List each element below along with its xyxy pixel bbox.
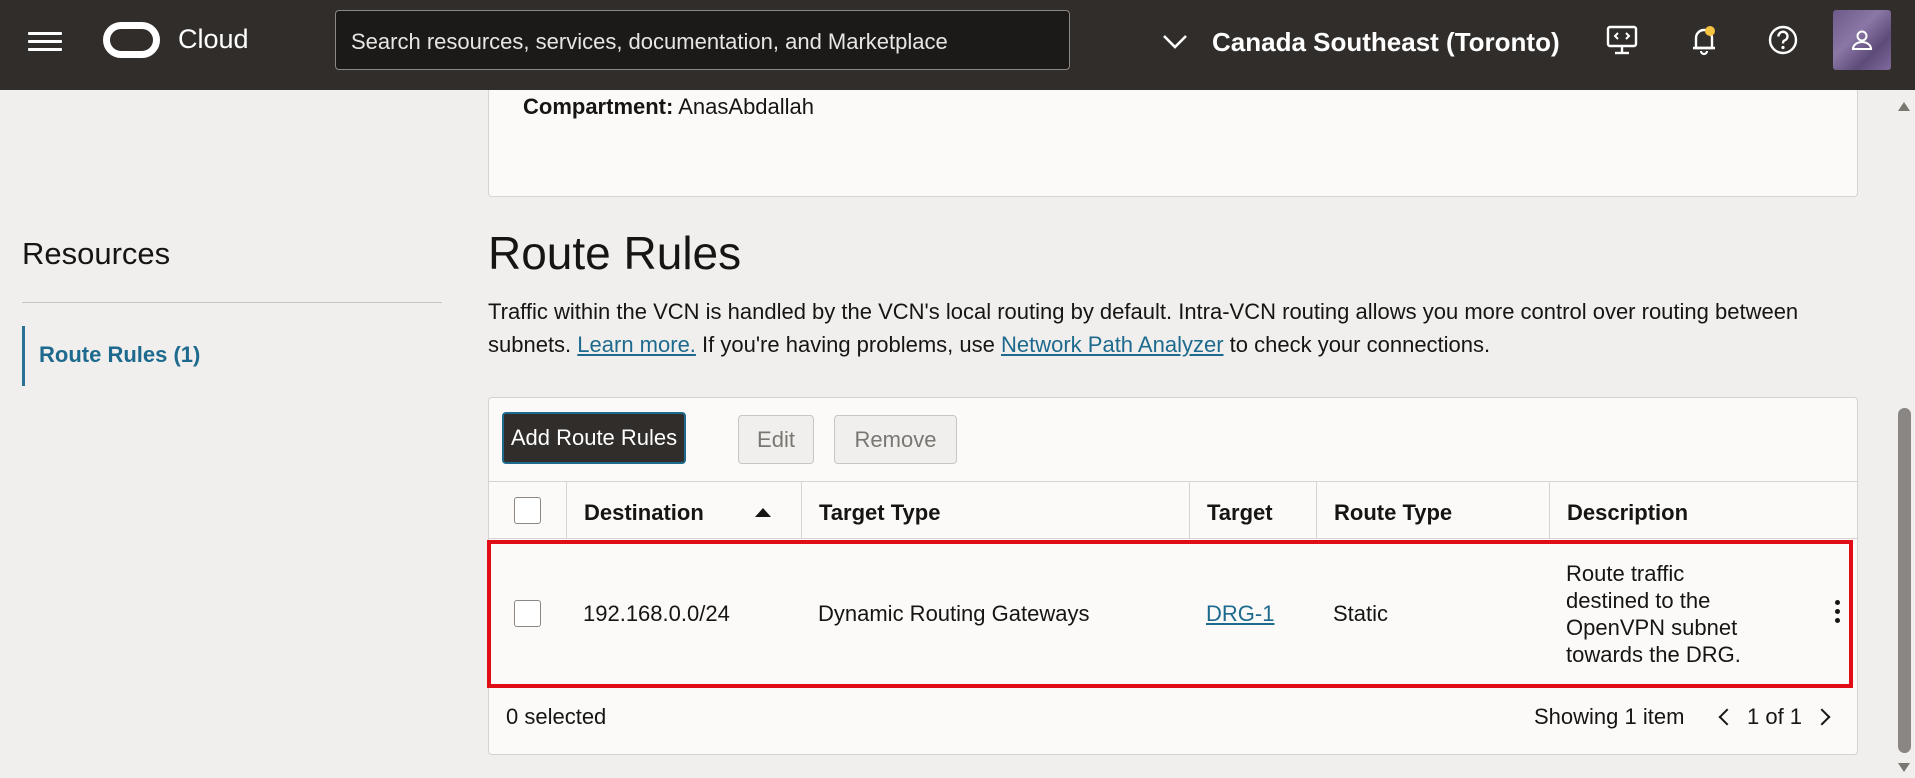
cell-target: DRG-1 <box>1206 601 1274 627</box>
route-rules-table-card: Add Route Rules Edit Remove Destination … <box>487 397 1858 755</box>
selected-count: 0 selected <box>506 704 607 729</box>
resources-divider <box>22 302 442 303</box>
description-text-3: to check your connections. <box>1229 332 1491 357</box>
scroll-up-arrow-icon[interactable] <box>1898 102 1910 111</box>
user-avatar[interactable] <box>1833 10 1891 70</box>
cell-description: Route traffic destined to the OpenVPN su… <box>1566 561 1741 667</box>
column-header-description[interactable]: Description <box>1549 482 1857 538</box>
details-card: Compartment: AnasAbdallah <box>488 90 1858 197</box>
row-select-checkbox[interactable] <box>514 600 541 627</box>
cell-target-type: Dynamic Routing Gateways <box>818 601 1090 626</box>
notification-badge <box>1705 26 1715 36</box>
cell-route-type: Static <box>1333 601 1389 626</box>
next-page-icon[interactable] <box>1813 708 1831 726</box>
scroll-down-arrow-icon[interactable] <box>1898 763 1910 772</box>
column-header-route-type[interactable]: Route Type <box>1316 482 1549 538</box>
table-header: Destination Target Type Target Route Typ… <box>489 481 1857 539</box>
edit-button[interactable]: Edit <box>738 415 814 464</box>
page-title: Route Rules <box>488 227 742 279</box>
region-label: Canada Southeast (Toronto) <box>1212 26 1560 57</box>
resources-heading: Resources <box>22 236 171 271</box>
sort-ascending-icon[interactable] <box>755 508 771 517</box>
table-footer: 0 selected Showing 1 item 1 of 1 <box>489 687 1857 755</box>
region-selector[interactable]: Canada Southeast (Toronto) <box>1162 20 1560 64</box>
chevron-down-icon <box>1163 35 1187 49</box>
learn-more-link[interactable]: Learn more. <box>577 332 696 357</box>
cell-destination: 192.168.0.0/24 <box>583 601 730 626</box>
page-scrollbar[interactable] <box>1893 90 1915 778</box>
column-header-destination[interactable]: Destination <box>566 482 801 538</box>
oracle-logo-icon[interactable] <box>103 22 160 58</box>
compartment-label: Compartment: <box>523 94 674 119</box>
table-row[interactable]: 192.168.0.0/24 Dynamic Routing Gateways … <box>487 539 1857 688</box>
scroll-thumb[interactable] <box>1898 408 1911 753</box>
page-indicator: 1 of 1 <box>1747 704 1803 729</box>
help-icon[interactable] <box>1765 22 1801 58</box>
target-drg-link[interactable]: DRG-1 <box>1206 601 1274 626</box>
menu-icon[interactable] <box>28 28 62 62</box>
section-description: Traffic within the VCN is handled by the… <box>488 295 1878 361</box>
notifications-bell-icon[interactable] <box>1686 22 1722 58</box>
developer-tools-icon[interactable] <box>1604 22 1640 58</box>
pagination: 1 of 1 <box>1718 704 1831 730</box>
compartment-info: Compartment: AnasAbdallah <box>523 94 814 120</box>
showing-count: Showing 1 item <box>1534 704 1685 729</box>
description-text-2: If you're having problems, use <box>702 332 995 357</box>
user-icon <box>1851 30 1873 50</box>
header-select-cell <box>489 482 566 538</box>
add-route-rules-button[interactable]: Add Route Rules <box>502 412 686 464</box>
compartment-value: AnasAbdallah <box>678 94 815 119</box>
remove-button[interactable]: Remove <box>834 415 957 464</box>
sidebar-item-route-rules[interactable]: Route Rules (1) <box>22 326 200 386</box>
select-all-checkbox[interactable] <box>514 497 541 524</box>
previous-page-icon[interactable] <box>1718 708 1736 726</box>
top-navigation-bar: Cloud Search resources, services, docume… <box>0 0 1915 90</box>
network-path-analyzer-link[interactable]: Network Path Analyzer <box>1001 332 1224 357</box>
column-header-target[interactable]: Target <box>1189 482 1316 538</box>
column-header-label: Destination <box>584 500 704 525</box>
brand-name[interactable]: Cloud <box>178 24 249 55</box>
column-header-target-type[interactable]: Target Type <box>801 482 1189 538</box>
search-input[interactable]: Search resources, services, documentatio… <box>335 10 1070 70</box>
row-actions-menu-icon[interactable] <box>1834 600 1842 628</box>
